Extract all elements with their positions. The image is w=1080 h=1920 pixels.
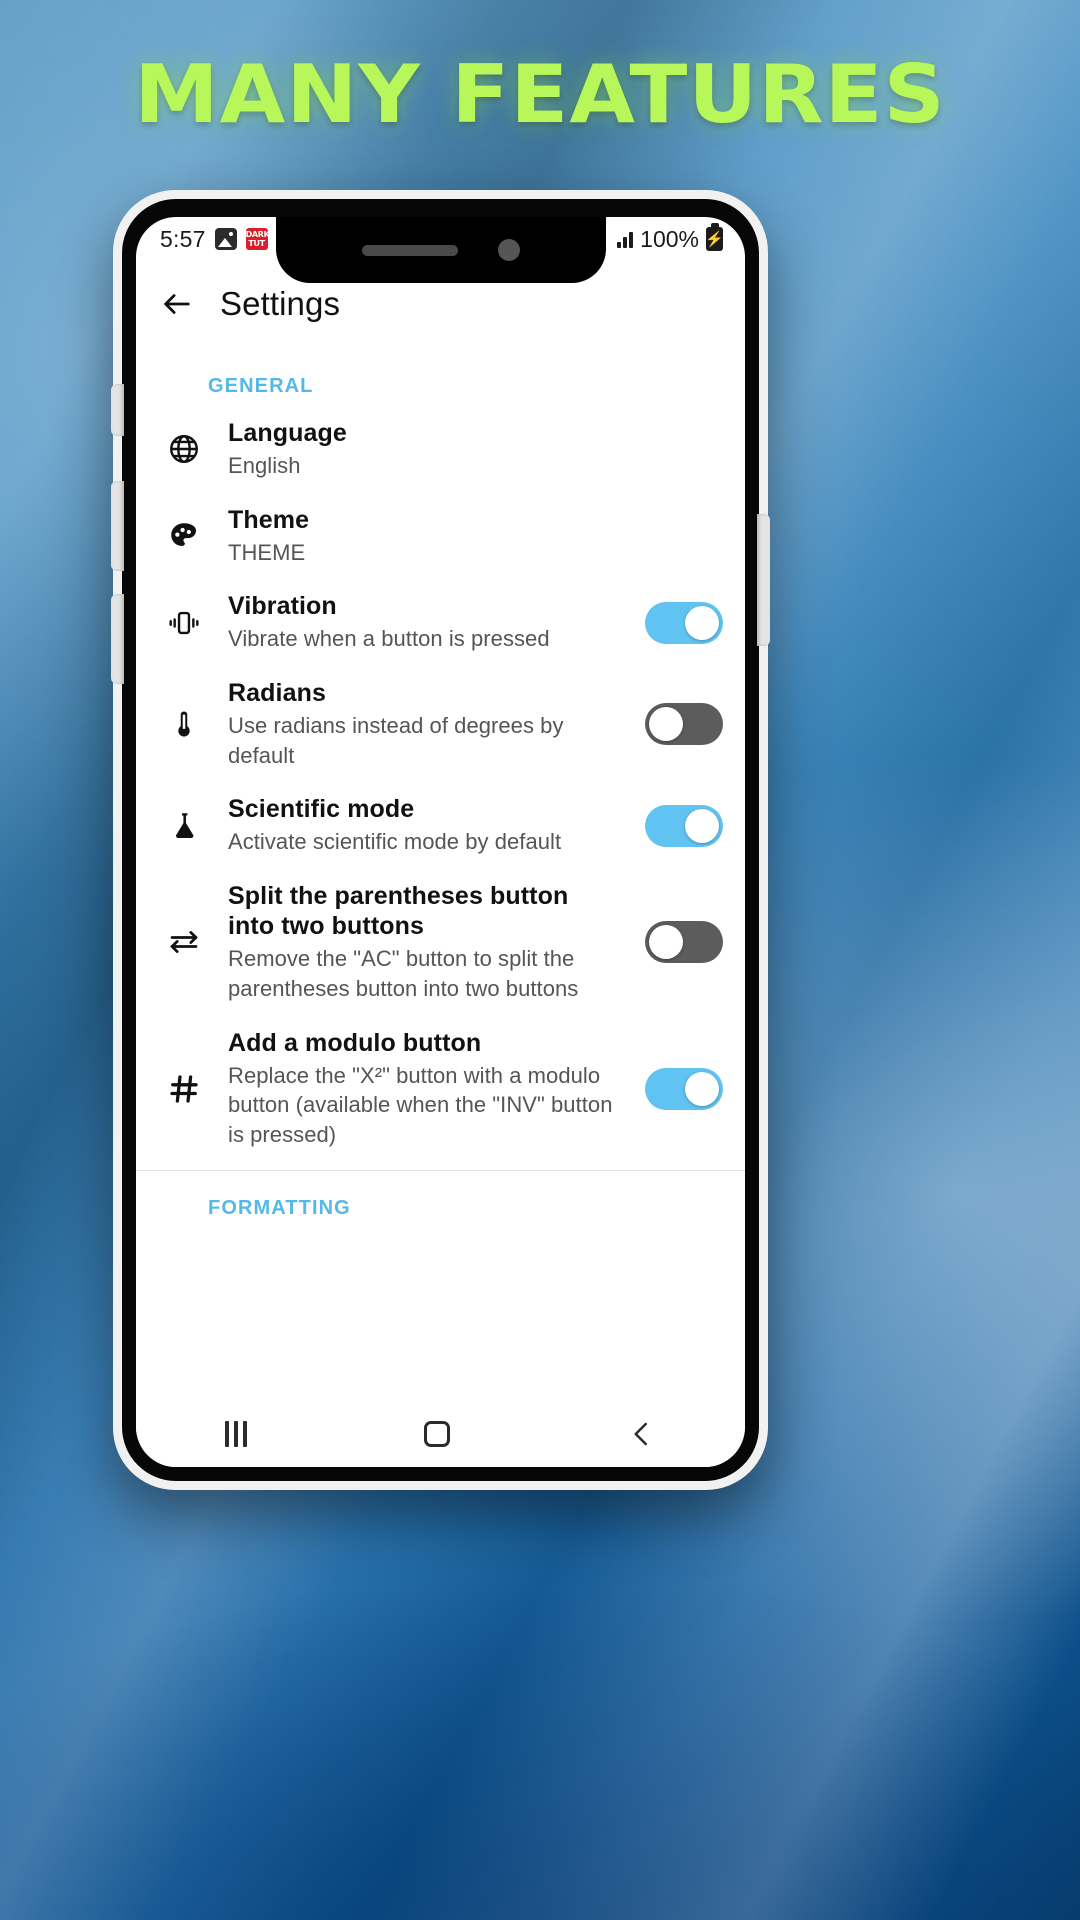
front-camera — [497, 239, 520, 261]
signal-icon — [617, 230, 634, 248]
setting-text-scientific-mode: Scientific mode Activate scientific mode… — [228, 794, 619, 857]
toggle-scientific-mode[interactable] — [645, 804, 723, 847]
promo-headline: MANY FEATURES — [134, 48, 946, 141]
setting-subtitle: Replace the "X²" button with a modulo bu… — [228, 1062, 613, 1147]
status-bar-right: 100% ⚡ — [617, 225, 724, 253]
toggle-modulo-button[interactable] — [645, 1067, 723, 1110]
setting-title: Vibration — [228, 592, 337, 621]
setting-text-split-parentheses: Split the parentheses button into two bu… — [228, 881, 619, 1003]
thermometer-icon — [158, 707, 210, 741]
toggle-radians[interactable] — [645, 703, 723, 746]
phone-side-button-top-left — [111, 384, 124, 436]
setting-text-theme: Theme THEME — [228, 505, 723, 568]
earpiece-speaker — [361, 244, 458, 256]
phone-body: 5:57 DARK TUT 100% ⚡ Settings GENERAL La… — [111, 199, 770, 1481]
swap-arrows-icon — [158, 924, 210, 960]
toggle-knob — [649, 925, 683, 960]
phone-screen: 5:57 DARK TUT 100% ⚡ Settings GENERAL La… — [136, 217, 745, 1467]
flask-icon — [158, 809, 210, 843]
setting-row-split-parentheses[interactable]: Split the parentheses button into two bu… — [136, 869, 745, 1015]
palette-icon — [158, 519, 210, 553]
toggle-knob — [649, 707, 683, 742]
setting-title: Theme — [228, 505, 310, 534]
phone-mockup: 5:57 DARK TUT 100% ⚡ Settings GENERAL La… — [111, 190, 770, 1490]
globe-icon — [158, 432, 210, 466]
phone-volume-up-button — [111, 481, 124, 571]
phone-power-button — [757, 514, 770, 646]
setting-text-vibration: Vibration Vibrate when a button is press… — [228, 591, 619, 654]
setting-row-radians[interactable]: Radians Use radians instead of degrees b… — [136, 666, 745, 782]
setting-subtitle: Remove the "AC" button to split the pare… — [228, 946, 579, 1001]
toggle-vibration[interactable] — [645, 601, 723, 644]
battery-percent-label: 100% — [640, 225, 699, 252]
home-icon[interactable] — [423, 1421, 450, 1447]
recent-apps-icon[interactable] — [224, 1421, 247, 1447]
toggle-knob — [685, 605, 719, 640]
page-title: Settings — [220, 285, 341, 322]
toggle-knob — [685, 808, 719, 843]
battery-charging-icon: ⚡ — [705, 227, 724, 251]
setting-title: Split the parentheses button into two bu… — [228, 882, 569, 941]
setting-row-language[interactable]: Language English — [136, 406, 745, 493]
back-arrow-icon[interactable] — [160, 287, 194, 321]
setting-title: Language — [228, 419, 347, 447]
hash-icon — [158, 1071, 210, 1107]
setting-title: Add a modulo button — [228, 1028, 482, 1057]
phone-notch — [275, 217, 606, 283]
settings-list[interactable]: GENERAL Language English Theme THEME Vib… — [136, 347, 745, 1401]
phone-volume-down-button — [111, 594, 124, 684]
setting-text-language: Language English — [228, 418, 723, 481]
setting-text-radians: Radians Use radians instead of degrees b… — [228, 678, 619, 770]
setting-title: Radians — [228, 679, 326, 708]
setting-row-modulo-button[interactable]: Add a modulo button Replace the "X²" but… — [136, 1016, 745, 1162]
setting-subtitle: Vibrate when a button is pressed — [228, 626, 550, 652]
nav-back-icon[interactable] — [627, 1419, 657, 1449]
setting-row-theme[interactable]: Theme THEME — [136, 493, 745, 580]
setting-subtitle: English — [228, 453, 301, 478]
setting-row-scientific-mode[interactable]: Scientific mode Activate scientific mode… — [136, 782, 745, 869]
setting-row-vibration[interactable]: Vibration Vibrate when a button is press… — [136, 579, 745, 666]
app-badge-icon: DARK TUT — [245, 228, 270, 250]
section-header-formatting: FORMATTING — [208, 1196, 351, 1219]
photo-icon — [214, 228, 237, 250]
status-bar-left: 5:57 DARK TUT — [160, 225, 270, 253]
setting-text-modulo-button: Add a modulo button Replace the "X²" but… — [228, 1028, 619, 1150]
status-bar-clock: 5:57 — [160, 225, 206, 252]
android-nav-bar — [136, 1401, 745, 1467]
setting-subtitle: THEME — [228, 539, 306, 565]
toggle-split-parentheses[interactable] — [645, 921, 723, 964]
section-header-general: GENERAL — [208, 375, 314, 397]
setting-subtitle: Use radians instead of degrees by defaul… — [228, 713, 564, 768]
toggle-knob — [685, 1071, 719, 1106]
vibration-icon — [158, 606, 210, 640]
setting-subtitle: Activate scientific mode by default — [228, 829, 562, 855]
setting-title: Scientific mode — [228, 795, 415, 824]
